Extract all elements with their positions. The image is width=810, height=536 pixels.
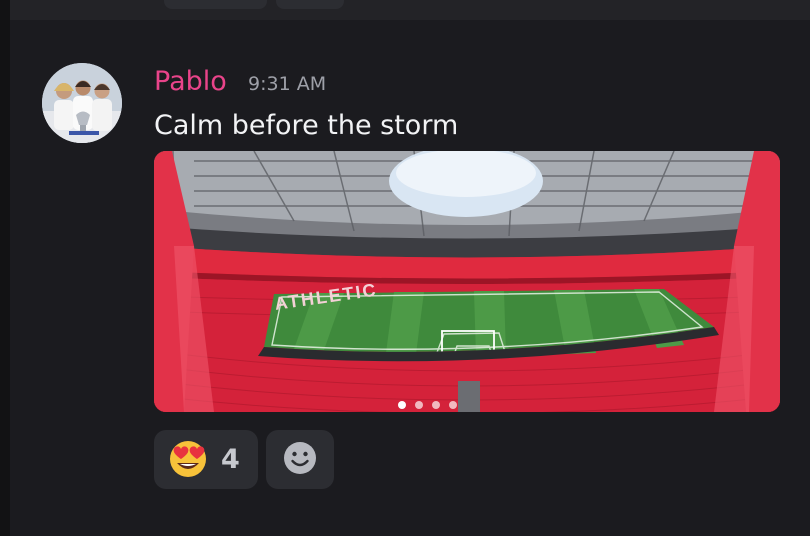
previous-message-strip bbox=[10, 0, 810, 20]
message-text: Calm before the storm bbox=[154, 110, 459, 141]
reaction-heart-eyes[interactable]: 4 bbox=[154, 430, 258, 489]
carousel-dot[interactable] bbox=[449, 401, 457, 409]
carousel-dot[interactable] bbox=[432, 401, 440, 409]
carousel-dot[interactable] bbox=[415, 401, 423, 409]
timestamp: 9:31 AM bbox=[248, 73, 327, 95]
carousel-dot[interactable] bbox=[398, 401, 406, 409]
image-attachment[interactable]: ATHLETIC bbox=[154, 151, 780, 412]
author-name[interactable]: Pablo bbox=[154, 63, 227, 101]
previous-add-reaction[interactable] bbox=[276, 0, 344, 9]
left-border bbox=[0, 0, 10, 536]
previous-reaction[interactable] bbox=[164, 0, 267, 9]
avatar[interactable] bbox=[42, 63, 122, 143]
reaction-count: 4 bbox=[221, 444, 240, 475]
carousel-dots[interactable] bbox=[398, 401, 462, 411]
smiley-icon bbox=[283, 441, 317, 479]
heart-eyes-emoji bbox=[167, 437, 209, 483]
add-reaction-button[interactable] bbox=[266, 430, 334, 489]
